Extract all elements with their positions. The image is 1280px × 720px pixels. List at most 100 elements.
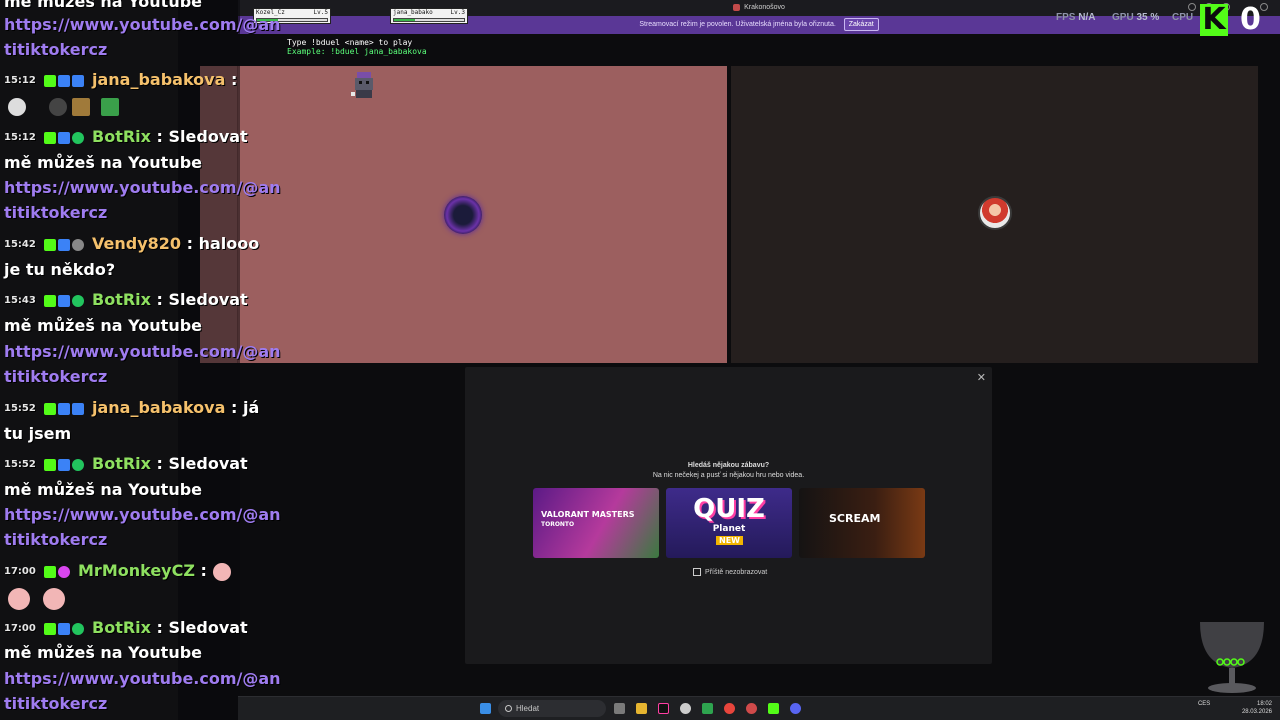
taskbar-search[interactable]: Hledat [498,700,606,717]
chat-time: 15:43 [4,294,36,306]
kick-badge-icon [44,294,57,307]
kick-badge-icon [44,622,57,635]
chat-text: : já [230,398,260,417]
kick-badge-icon [44,131,57,144]
verified-badge-icon [72,294,85,307]
dont-show-label: Příště nezobrazovat [705,568,768,576]
promo-card-scream[interactable]: SCREAM [799,488,925,558]
card-subtitle: Planet [712,524,746,534]
kick-badge-icon [44,74,57,87]
chat-username[interactable]: jana_babakova [92,398,225,417]
browser-icon[interactable] [746,703,757,714]
chat-username[interactable]: BotRix [92,454,151,473]
chat-username[interactable]: Vendy820 [92,234,181,253]
kick-logo-icon: K [1200,4,1228,36]
chat-text: : Sledovat [156,127,248,146]
chat-link[interactable]: https://www.youtube.com/@an [4,505,281,525]
chat-username[interactable]: MrMonkeyCZ [78,561,195,580]
close-icon[interactable]: ✕ [977,371,986,384]
instruction-line: Type !bduel <name> to play [287,38,413,47]
settings-app-icon[interactable] [680,703,691,714]
chat-message: 15:52 jana_babakova : já [4,398,259,419]
emote-icon [72,97,91,116]
chat-message: 15:12 jana_babakova : [4,70,237,91]
clock[interactable]: 18:02 28.03.2026 [1242,700,1272,716]
clock-date: 28.03.2026 [1241,709,1272,715]
chat-link[interactable]: titiktokercz [4,530,107,550]
chat-time: 15:42 [4,238,36,250]
chat-text: : [230,70,238,89]
cpu-readout: CPU [1172,12,1194,23]
play-icon[interactable] [768,703,779,714]
chat-link[interactable]: https://www.youtube.com/@an [4,178,281,198]
app-icon [733,3,741,11]
chat-username[interactable]: BotRix [92,290,151,309]
xbox-icon[interactable] [702,703,713,714]
gift-badge-icon [72,74,85,87]
close-window-icon[interactable] [1260,3,1268,11]
chat-line: mě můžeš na Youtube [4,153,203,172]
chrome-icon[interactable] [724,703,735,714]
chat-message: 17:00 BotRix : Sledovat [4,618,248,639]
instruction-example: Example: !bduel jana_babakova [287,47,427,56]
avatar-token-right [978,196,1012,230]
moderator-badge-icon [58,458,71,471]
emote-icon [101,97,120,116]
card-title: SCREAM [829,512,881,525]
chat-text: : Sledovat [156,618,248,637]
chat-link[interactable]: titiktokercz [4,203,107,223]
kick-badge-icon [44,565,57,578]
opponent-name: jana_babako [393,9,433,16]
dont-show-again-checkbox[interactable]: Příště nezobrazovat [693,568,767,577]
chat-username[interactable]: BotRix [92,618,151,637]
subscriber-badge-icon [58,402,71,415]
chat-username[interactable]: jana_babakova [92,70,225,89]
chat-line: mě můžeš na Youtube [4,0,203,11]
tiktok-icon[interactable] [658,703,669,714]
checkbox-icon[interactable] [693,568,701,576]
settings-icon[interactable] [1188,3,1196,11]
moderator-badge-icon [58,131,71,144]
windows-start-icon[interactable] [480,703,491,714]
chat-time: 15:52 [4,402,36,414]
vip-badge-icon [58,565,71,578]
task-view-icon[interactable] [614,703,625,714]
pig-emote-icon [8,588,30,610]
file-explorer-icon[interactable] [636,703,647,714]
overlay-counter: 0 [1240,2,1261,37]
moderator-badge-icon [58,622,71,635]
kick-badge-icon [44,458,57,471]
gift-badge-icon [72,402,85,415]
duel-instructions: Type !bduel <name> to play Example: !bdu… [287,38,427,56]
kick-badge-icon [44,238,57,251]
search-icon [505,705,512,712]
search-placeholder: Hledat [516,704,540,713]
chat-line: je tu někdo? [4,260,116,279]
chat-time: 15:52 [4,458,36,470]
chat-username[interactable]: BotRix [92,127,151,146]
system-tray[interactable]: CES 18:02 28.03.2026 [1198,700,1272,716]
chat-link[interactable]: titiktokercz [4,694,107,714]
subscriber-badge-icon [58,74,71,87]
pig-emote-icon [43,588,66,610]
promo-card-quiz[interactable]: QUIZ Planet NEW [666,488,792,558]
chat-line: mě můžeš na Youtube [4,316,203,335]
chat-line: tu jsem [4,424,72,443]
chat-link[interactable]: https://www.youtube.com/@an [4,669,281,689]
taskbar: Hledat CES 18:02 28.03.2026 [238,696,1280,720]
screen: Krakonošovo Streamovací režim je povolen… [0,0,1280,720]
language-indicator[interactable]: CES [1198,701,1210,707]
chat-link[interactable]: https://www.youtube.com/@an [4,15,281,35]
verified-badge-icon [72,622,85,635]
card-subtitle: TORONTO [541,521,575,528]
chat-link[interactable]: titiktokercz [4,367,107,387]
chat-message: 15:12 BotRix : Sledovat [4,127,248,148]
subscriber-badge-icon [58,238,71,251]
notice-text: Streamovací režim je povolen. Uživatelsk… [639,21,836,28]
disable-streaming-mode-button[interactable]: Zakázat [843,18,879,31]
chat-link[interactable]: titiktokercz [4,40,107,60]
discord-icon[interactable] [790,703,801,714]
promo-card-valorant[interactable]: VALORANT MASTERS TORONTO [533,488,659,558]
chat-link[interactable]: https://www.youtube.com/@an [4,342,281,362]
moderator-badge-icon [58,294,71,307]
